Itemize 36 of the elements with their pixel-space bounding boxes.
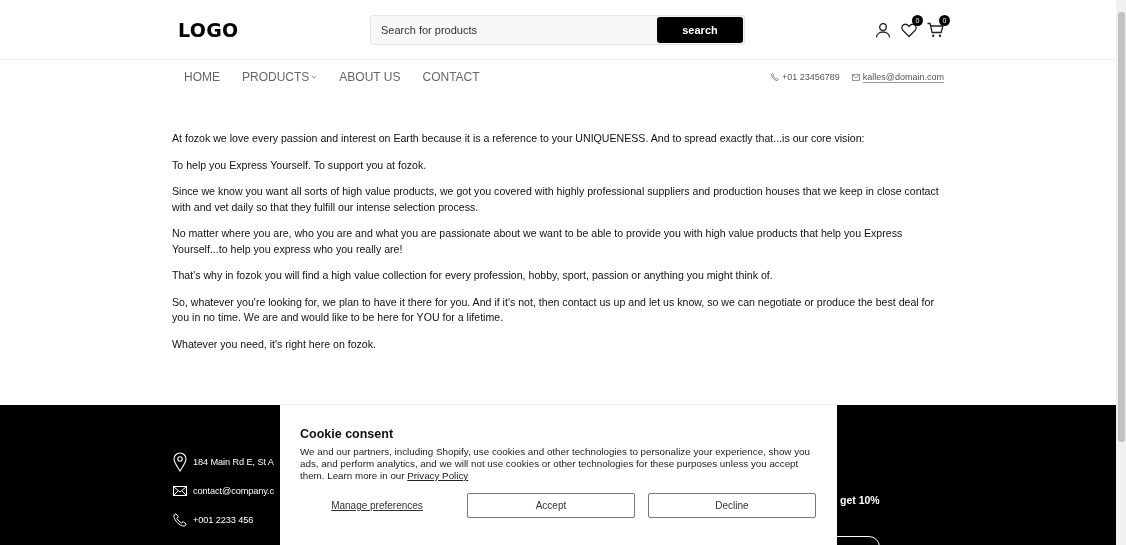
envelope-icon (173, 485, 187, 496)
paragraph: To help you Express Yourself. To support you at fozok. (172, 157, 428, 173)
nav-link[interactable]: CONTACT (422, 70, 480, 84)
dialog-title: Cookie consent (300, 427, 395, 441)
paragraph: That's why in fozok you will find a high value collection for every profession, hobby, sport, passion or anything you might think of. (172, 268, 774, 283)
cart-icon[interactable] (927, 21, 944, 38)
phone-icon (173, 512, 187, 527)
logo[interactable]: LOGO (178, 18, 370, 41)
location-pin-icon (173, 451, 187, 472)
contact-text: contact@company.c (193, 485, 274, 496)
paragraph: So, whatever you're looking for, we plan to have it there for you. And if it's not, then contact us up and let us know, so we can negotiate or produce the best deal for you in no time. We are and would like to be here for YOU for a lifetime. (172, 294, 935, 325)
paragraph: Whatever you need, it's right here on fozok. (172, 336, 377, 352)
contact-text: +001 2233 456 (193, 514, 254, 525)
heart-icon[interactable] (901, 21, 917, 38)
decline-button[interactable]: Decline (648, 493, 816, 518)
phone-number: +01 23456789 (782, 72, 840, 82)
privacy-policy-link[interactable]: Privacy Policy (407, 470, 469, 481)
cookie-message: We and our partners, including Shopify, use cookies and other technologies to personalize your experience, show you ads, and perform analytics, and we will not use cookies or other technologies for these purposes unless you accept them. Learn more in our Privacy Policy (300, 446, 811, 482)
paragraph: At fozok we love every passion and interest on Earth because it is a reference to your UNIQUENESS. And to spread exactly that...is our core vision: (172, 131, 866, 146)
search-button[interactable]: search (657, 16, 743, 43)
nav-link[interactable]: HOME (184, 70, 220, 84)
promo-text: get 10% (840, 494, 880, 506)
email-link[interactable]: kalles@domain.com (862, 71, 944, 83)
caret-icon (311, 75, 318, 79)
search-field[interactable]: Search for products search (370, 14, 745, 45)
nav-link[interactable]: PRODUCTS (242, 70, 318, 84)
envelope-icon (851, 73, 860, 81)
contact-text: 184 Main Rd E, St A (193, 456, 274, 467)
accept-button[interactable]: Accept (467, 493, 635, 518)
user-icon[interactable] (875, 21, 891, 38)
nav-link[interactable]: ABOUT US (339, 70, 401, 84)
paragraph: Since we know you want all sorts of high value products, we got you covered with highly professional suppliers and production houses that we keep in close contact with and vet daily so that they fulfill our intense selection process. (172, 184, 940, 215)
paragraph: No matter where you are, who you are and what you are passionate about we want to be able to provide you with high value products that help you Express Yourself...to help you express who you really are! (172, 226, 904, 257)
phone-icon (771, 73, 779, 81)
manage-preferences-link[interactable]: Manage preferences (300, 500, 454, 511)
scrollbar[interactable] (1116, 0, 1126, 545)
